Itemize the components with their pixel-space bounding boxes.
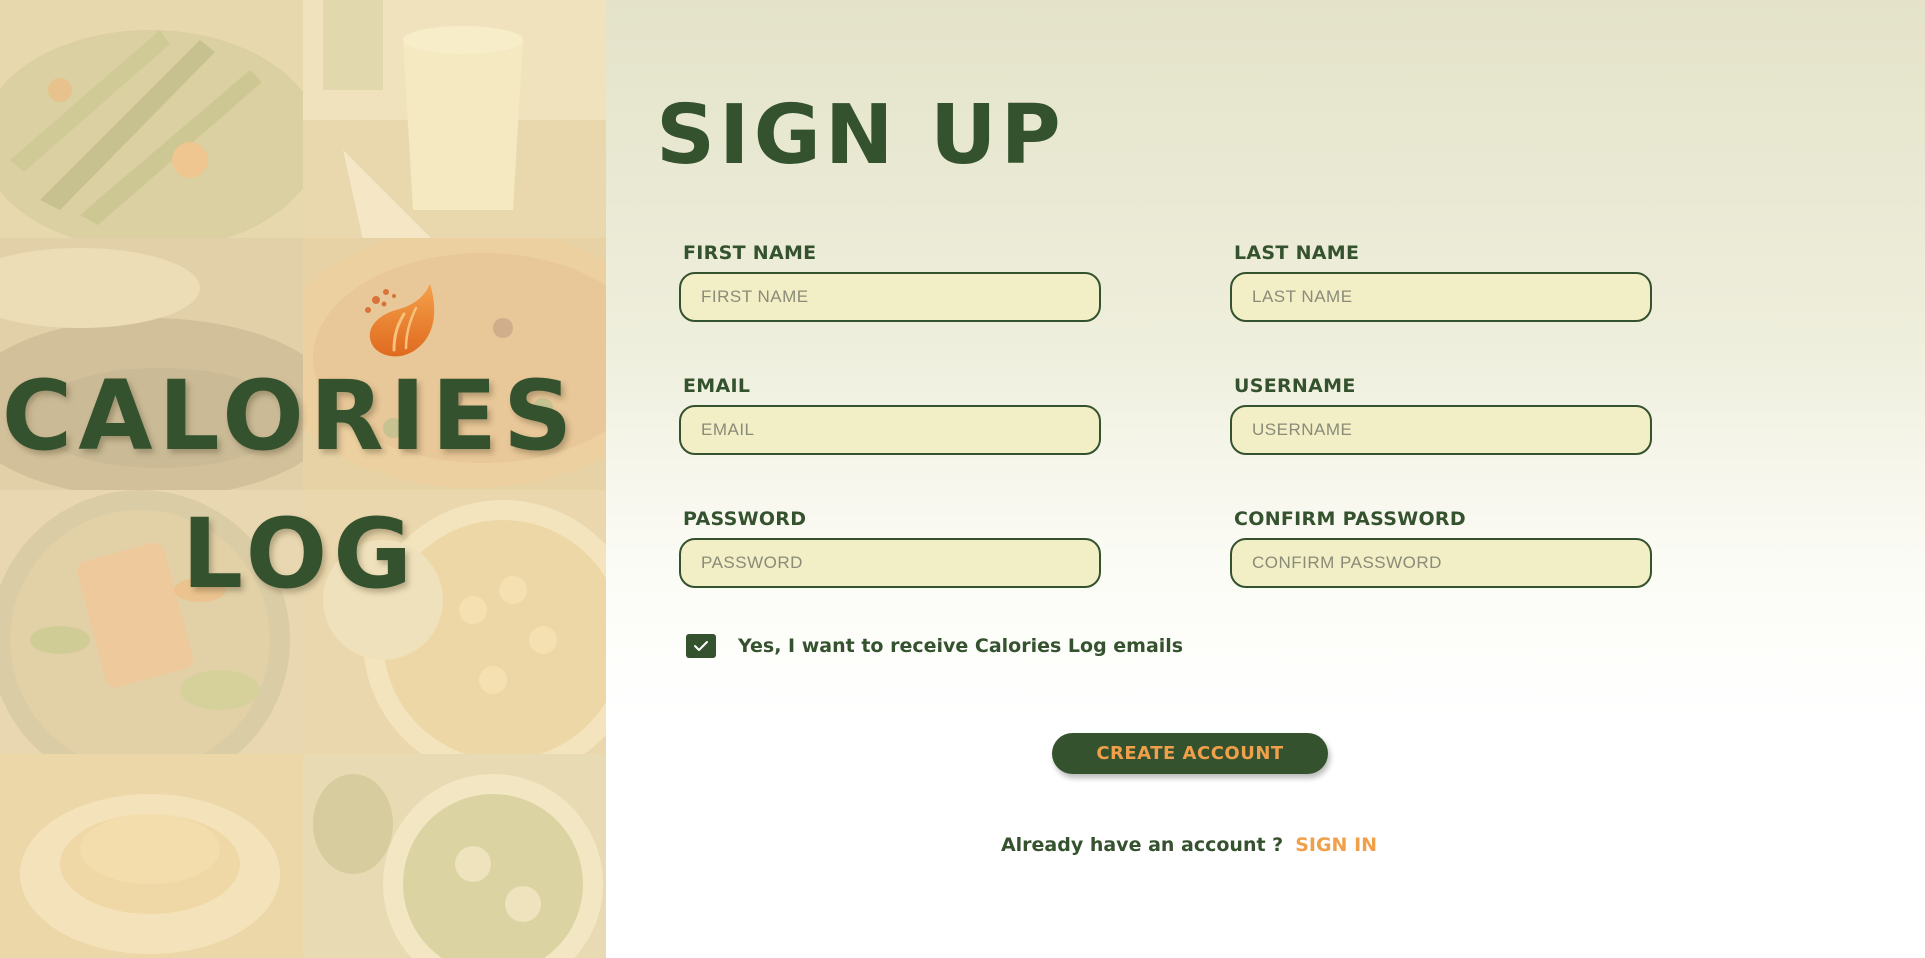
- brand-title-line1: CALORIES: [1, 360, 579, 472]
- flame-leaf-icon: [365, 284, 435, 357]
- first-name-label: FIRST NAME: [683, 242, 817, 264]
- username-field-group: USERNAME: [1230, 375, 1654, 455]
- confirm-password-input[interactable]: [1230, 538, 1652, 588]
- last-name-field-group: LAST NAME: [1230, 242, 1654, 322]
- signup-form-panel: SIGN UP FIRST NAME LAST NAME EMAIL USERN…: [606, 0, 1925, 958]
- email-optin-row: Yes, I want to receive Calories Log emai…: [686, 634, 1183, 658]
- confirm-password-label: CONFIRM PASSWORD: [1234, 508, 1466, 530]
- password-label: PASSWORD: [683, 508, 807, 530]
- username-input[interactable]: [1230, 405, 1652, 455]
- email-label: EMAIL: [683, 375, 751, 397]
- signin-prompt-text: Already have an account ?: [1000, 834, 1284, 856]
- signin-prompt-row: Already have an account ? SIGN IN: [606, 834, 1772, 856]
- brand-title-line2: LOG: [181, 498, 419, 610]
- username-label: USERNAME: [1234, 375, 1356, 397]
- first-name-field-group: FIRST NAME: [679, 242, 1103, 322]
- email-input[interactable]: [679, 405, 1101, 455]
- password-input[interactable]: [679, 538, 1101, 588]
- email-optin-checkbox[interactable]: [686, 634, 716, 658]
- confirm-password-field-group: CONFIRM PASSWORD: [1230, 508, 1654, 588]
- page-title: SIGN UP: [656, 88, 1065, 183]
- signin-link[interactable]: SIGN IN: [1295, 834, 1377, 856]
- password-field-group: PASSWORD: [679, 508, 1103, 588]
- email-field-group: EMAIL: [679, 375, 1103, 455]
- last-name-input[interactable]: [1230, 272, 1652, 322]
- brand-tint-overlay: [0, 0, 606, 958]
- signup-page: CALORIES LOG SIGN UP FIRST NAME LAST NAM…: [0, 0, 1925, 958]
- last-name-label: LAST NAME: [1234, 242, 1360, 264]
- email-optin-label: Yes, I want to receive Calories Log emai…: [738, 635, 1184, 657]
- brand-panel: CALORIES LOG: [0, 0, 606, 958]
- first-name-input[interactable]: [679, 272, 1101, 322]
- create-account-button[interactable]: CREATE ACCOUNT: [1052, 733, 1328, 774]
- checkmark-icon: [694, 641, 708, 651]
